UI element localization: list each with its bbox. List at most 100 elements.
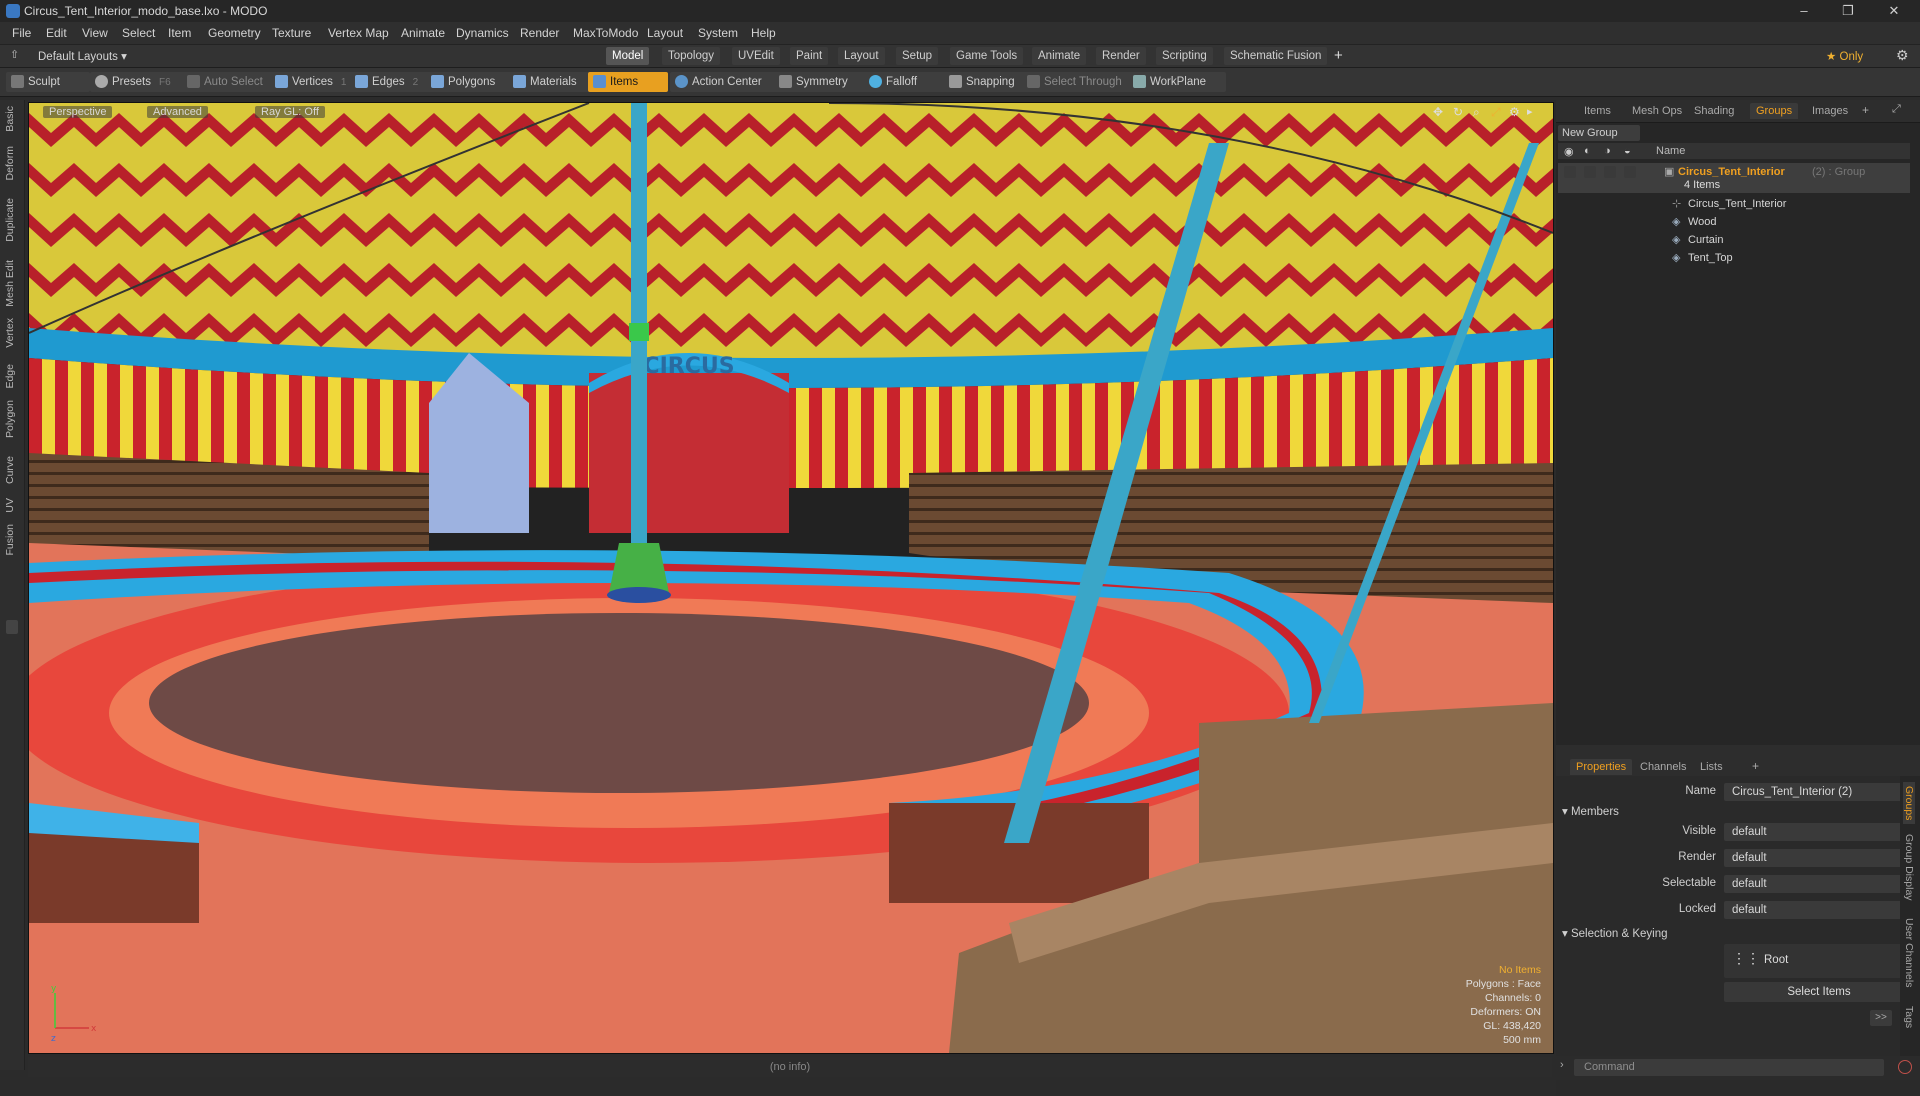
viewport-settings-icon[interactable]: ⚙: [1509, 105, 1520, 119]
viewport-menu-arrow-icon[interactable]: ▸: [1527, 105, 1533, 118]
root-button[interactable]: ⋮⋮ Root: [1724, 944, 1914, 978]
selection-keying-section[interactable]: ▾ Selection & Keying: [1562, 926, 1668, 940]
group-select-toggle[interactable]: [1604, 166, 1616, 178]
pan-icon[interactable]: ✥: [1433, 105, 1443, 119]
tab-basic[interactable]: Basic: [4, 106, 16, 132]
menu-vertex-map[interactable]: Vertex Map: [328, 26, 389, 40]
menu-item[interactable]: Item: [168, 26, 191, 40]
tab-model[interactable]: Model: [606, 47, 650, 65]
tab-duplicate[interactable]: Duplicate: [4, 198, 16, 242]
selectable-dropdown[interactable]: default▼: [1724, 875, 1914, 893]
tree-row-child[interactable]: ◈ Curtain: [1558, 231, 1910, 249]
add-layout-tab-icon[interactable]: +: [1334, 47, 1343, 64]
group-lock-toggle[interactable]: [1624, 166, 1636, 178]
tree-row-child[interactable]: ◈ Tent_Top: [1558, 249, 1910, 267]
sidebar-toggle-icon[interactable]: [6, 620, 18, 634]
tab-game-tools[interactable]: Game Tools: [950, 47, 1024, 65]
select-items-button[interactable]: Select Items: [1724, 982, 1914, 1002]
maximize-button[interactable]: ❐: [1830, 1, 1866, 21]
expand-panel-icon[interactable]: ⤢: [1892, 103, 1901, 116]
tree-row-child[interactable]: ⊹ Circus_Tent_Interior: [1558, 195, 1910, 213]
render-icon[interactable]: ◐: [1584, 145, 1591, 157]
tab-layout[interactable]: Layout: [838, 47, 885, 65]
tab-schematic-fusion[interactable]: Schematic Fusion: [1224, 47, 1328, 65]
more-button[interactable]: >>: [1870, 1010, 1892, 1026]
symmetry-button[interactable]: Symmetry: [774, 72, 876, 92]
members-section[interactable]: ▾ Members: [1562, 804, 1619, 818]
render-dropdown[interactable]: default▼: [1724, 849, 1914, 867]
tab-uv[interactable]: UV: [4, 498, 16, 513]
gear-icon[interactable]: ⚙: [1896, 47, 1909, 64]
tree-row-group[interactable]: ▣ Circus_Tent_Interior (2) : Group 4 Ite…: [1558, 163, 1910, 193]
side-tab-group-display[interactable]: Group Display: [1903, 834, 1915, 901]
tab-channels[interactable]: Channels: [1634, 759, 1692, 775]
snapping-button[interactable]: Snapping: [944, 72, 1034, 92]
menu-edit[interactable]: Edit: [46, 26, 67, 40]
group-visible-toggle[interactable]: [1564, 166, 1576, 178]
tab-fusion[interactable]: Fusion: [4, 524, 16, 556]
tab-render[interactable]: Render: [1096, 47, 1146, 65]
tab-properties[interactable]: Properties: [1570, 759, 1633, 775]
menu-select[interactable]: Select: [122, 26, 155, 40]
tab-lists[interactable]: Lists: [1694, 759, 1729, 775]
only-toggle[interactable]: ★ Only: [1826, 49, 1863, 63]
visibility-eye-icon[interactable]: ◉: [1564, 145, 1574, 158]
select-lock-icon[interactable]: ◑: [1604, 145, 1611, 157]
items-button[interactable]: Items: [588, 72, 668, 92]
tab-groups[interactable]: Groups: [1750, 103, 1799, 119]
auto-select-button[interactable]: Auto Select: [182, 72, 280, 92]
add-properties-tab-icon[interactable]: +: [1752, 759, 1759, 773]
menu-render[interactable]: Render: [520, 26, 559, 40]
tab-mesh-ops[interactable]: Mesh Ops: [1626, 103, 1688, 119]
3d-viewport[interactable]: CIRCUS x y z Perspective Advanced Ray GL…: [28, 102, 1554, 1054]
tree-row-child[interactable]: ◈ Wood: [1558, 213, 1910, 231]
minimize-button[interactable]: –: [1786, 1, 1822, 21]
tab-items[interactable]: Items: [1578, 103, 1617, 119]
menu-animate[interactable]: Animate: [401, 26, 445, 40]
locked-dropdown[interactable]: default▼: [1724, 901, 1914, 919]
tab-polygon[interactable]: Polygon: [4, 400, 16, 438]
select-through-button[interactable]: Select Through: [1022, 72, 1136, 92]
add-tab-icon[interactable]: +: [1862, 103, 1869, 117]
group-render-toggle[interactable]: [1584, 166, 1596, 178]
tab-images[interactable]: Images: [1806, 103, 1854, 119]
record-icon[interactable]: [1898, 1060, 1912, 1074]
tab-shading[interactable]: Shading: [1688, 103, 1740, 119]
tab-vertex[interactable]: Vertex: [4, 318, 16, 348]
side-tab-groups[interactable]: Groups: [1903, 782, 1915, 825]
zoom-icon[interactable]: ⌕: [1473, 105, 1480, 120]
menu-help[interactable]: Help: [751, 26, 776, 40]
command-input[interactable]: Command: [1574, 1059, 1884, 1076]
default-layouts-dropdown[interactable]: Default Layouts ▾: [38, 49, 127, 63]
menu-maxtomodo[interactable]: MaxToModo: [573, 26, 638, 40]
lock-icon[interactable]: ◒: [1624, 145, 1631, 157]
menu-view[interactable]: View: [82, 26, 108, 40]
falloff-button[interactable]: Falloff: [864, 72, 952, 92]
close-button[interactable]: ✕: [1876, 1, 1912, 21]
name-field[interactable]: Circus_Tent_Interior (2): [1724, 783, 1914, 801]
tab-curve[interactable]: Curve: [4, 456, 16, 484]
workplane-button[interactable]: WorkPlane: [1128, 72, 1226, 92]
tab-setup[interactable]: Setup: [896, 47, 939, 65]
raygl-toggle[interactable]: Ray GL: Off: [255, 106, 325, 118]
menu-texture[interactable]: Texture: [272, 26, 311, 40]
layouts-arrow-icon[interactable]: ⇧: [10, 48, 19, 61]
menu-file[interactable]: File: [12, 26, 31, 40]
tab-topology[interactable]: Topology: [662, 47, 721, 65]
sculpt-button[interactable]: Sculpt: [6, 72, 90, 92]
menu-dynamics[interactable]: Dynamics: [456, 26, 509, 40]
action-center-button[interactable]: Action Center: [670, 72, 790, 92]
tab-mesh-edit[interactable]: Mesh Edit: [4, 260, 16, 307]
tab-animate[interactable]: Animate: [1032, 47, 1087, 65]
visible-dropdown[interactable]: default▼: [1724, 823, 1914, 841]
side-tab-tags[interactable]: Tags: [1903, 1006, 1915, 1028]
tab-paint[interactable]: Paint: [790, 47, 829, 65]
view-mode-dropdown[interactable]: Perspective: [43, 106, 113, 118]
tab-edge[interactable]: Edge: [4, 364, 16, 389]
tab-uvedit[interactable]: UVEdit: [732, 47, 780, 65]
menu-system[interactable]: System: [698, 26, 738, 40]
rotate-icon[interactable]: ↻: [1453, 105, 1463, 119]
shading-dropdown[interactable]: Advanced: [147, 106, 208, 118]
fit-icon[interactable]: ⤢: [1491, 105, 1501, 120]
tab-scripting[interactable]: Scripting: [1156, 47, 1213, 65]
